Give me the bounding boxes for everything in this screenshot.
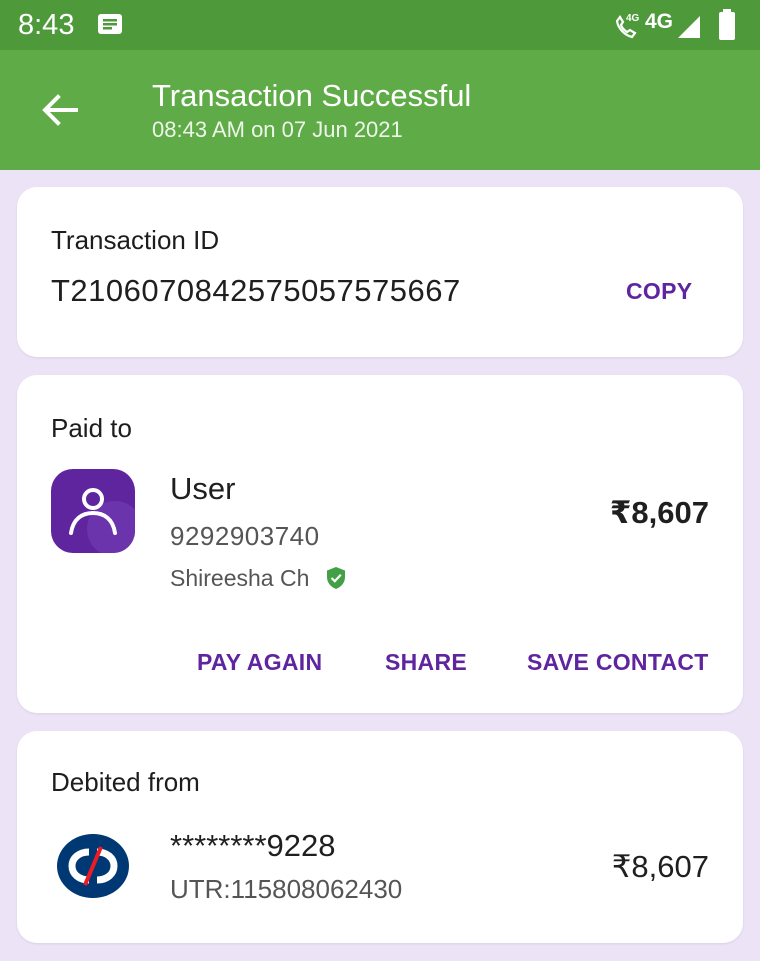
page-title: Transaction Successful	[152, 78, 472, 113]
transaction-id-label: Transaction ID	[51, 225, 220, 255]
avatar	[51, 469, 135, 553]
paid-to-label: Paid to	[51, 413, 132, 443]
battery-icon	[719, 9, 735, 40]
paid-to-card: Paid to User 9292903740 Shireesha Ch ₹8,…	[17, 375, 743, 713]
debited-from-card: Debited from ********9228 UTR:1158080624…	[17, 731, 743, 943]
paid-amount: ₹8,607	[609, 495, 709, 530]
debited-amount: ₹8,607	[611, 849, 709, 884]
pay-again-button[interactable]: PAY AGAIN	[197, 649, 322, 676]
transaction-id-card: Transaction ID T2106070842575057575667 C…	[17, 187, 743, 357]
verified-shield-icon	[327, 567, 345, 589]
transaction-datetime: 08:43 AM on 07 Jun 2021	[152, 117, 403, 142]
transaction-id-value: T2106070842575057575667	[51, 273, 461, 308]
payee-name: User	[170, 471, 236, 506]
bank-logo-icon	[57, 834, 129, 898]
utr-number: UTR:115808062430	[170, 874, 403, 904]
debited-from-label: Debited from	[51, 767, 200, 797]
save-contact-button[interactable]: SAVE CONTACT	[527, 649, 709, 676]
signal-icon	[678, 16, 700, 38]
notification-icon	[98, 14, 122, 34]
status-time: 8:43	[18, 9, 75, 41]
status-bar: 8:43 4G 4G	[0, 0, 760, 50]
account-number: ********9228	[170, 828, 336, 863]
share-button[interactable]: SHARE	[385, 649, 467, 676]
copy-button[interactable]: COPY	[626, 278, 692, 305]
back-arrow-icon[interactable]	[38, 88, 82, 132]
user-icon	[69, 488, 135, 553]
payee-holder-name: Shireesha Ch	[170, 565, 310, 591]
network-type-label: 4G	[645, 10, 674, 33]
volte-call-icon: 4G	[615, 13, 640, 39]
payee-phone: 9292903740	[170, 521, 320, 551]
svg-text:4G: 4G	[626, 13, 640, 24]
app-bar: Transaction Successful 08:43 AM on 07 Ju…	[0, 50, 760, 170]
